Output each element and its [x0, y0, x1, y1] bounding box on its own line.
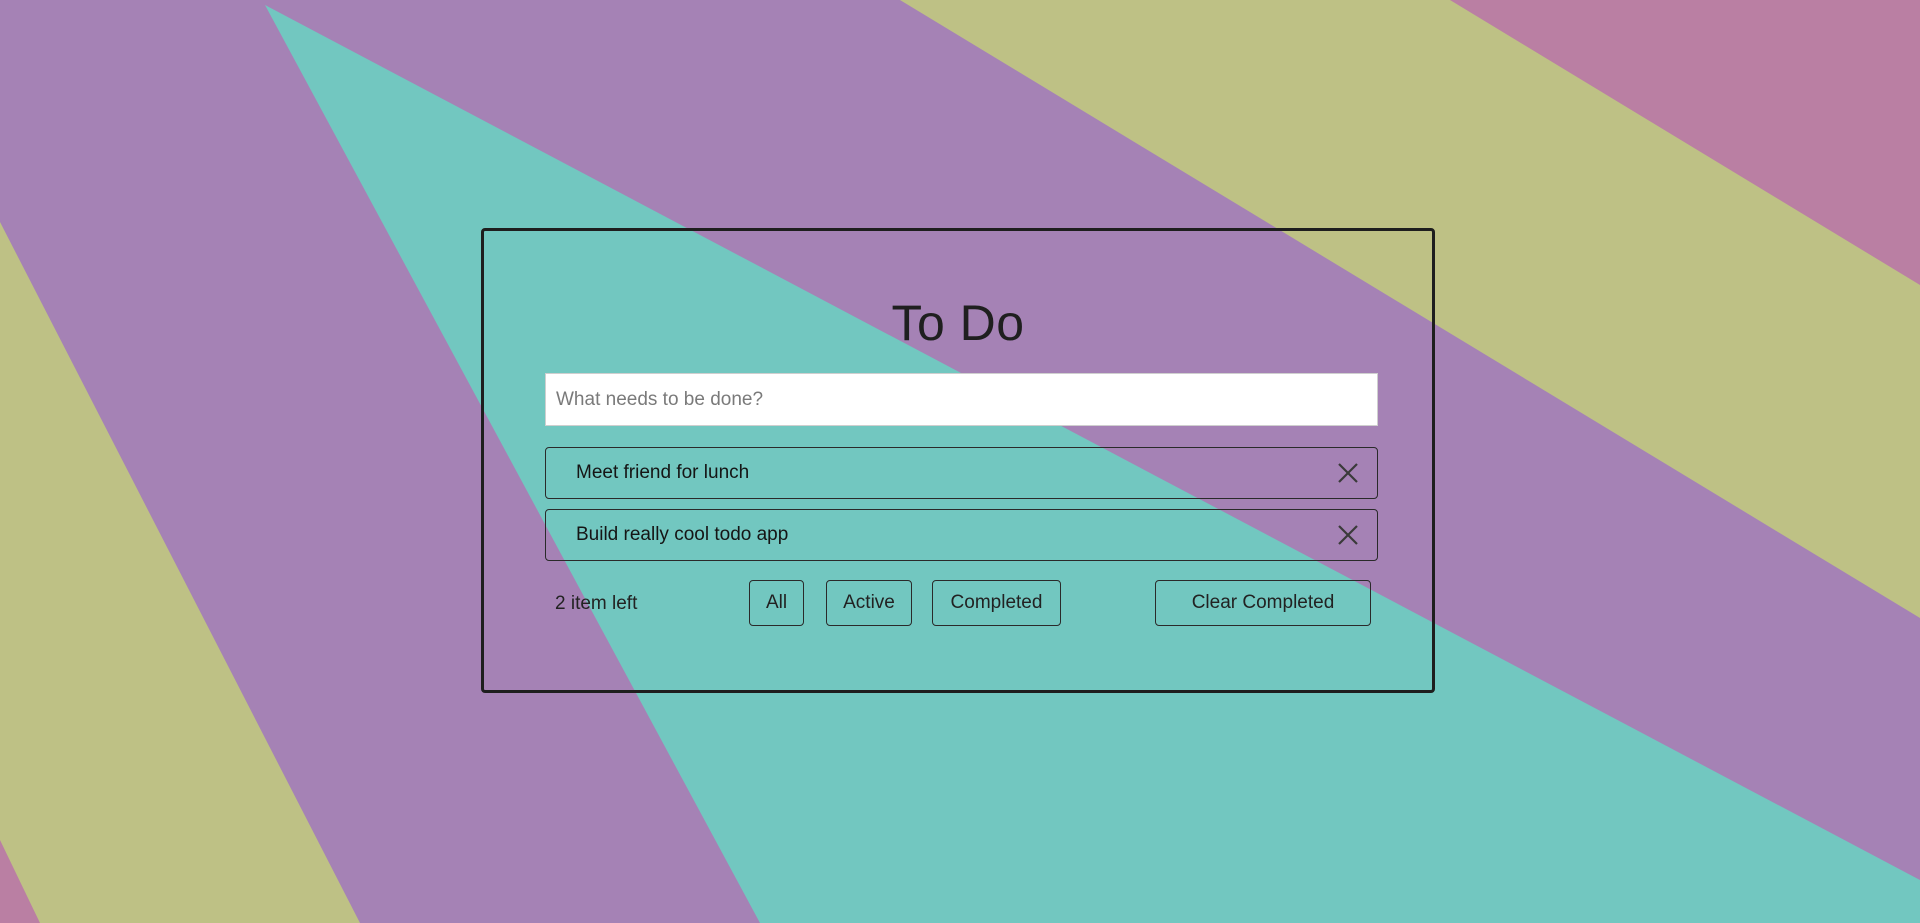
items-left-count: 2 item left: [555, 593, 638, 614]
page-title: To Do: [891, 295, 1025, 351]
filter-active-button[interactable]: Active: [826, 580, 912, 626]
todo-label: Meet friend for lunch: [576, 462, 750, 483]
filter-all-button[interactable]: All: [749, 580, 804, 626]
new-todo-input[interactable]: [545, 373, 1378, 426]
todo-card: To Do Meet friend for lunch Build really…: [481, 228, 1435, 693]
todo-item[interactable]: Meet friend for lunch: [545, 447, 1378, 499]
close-icon[interactable]: [1335, 522, 1361, 548]
close-icon[interactable]: [1335, 460, 1361, 486]
todo-item[interactable]: Build really cool todo app: [545, 509, 1378, 561]
todo-label: Build really cool todo app: [576, 524, 789, 545]
filter-completed-button[interactable]: Completed: [932, 580, 1061, 626]
clear-completed-button[interactable]: Clear Completed: [1155, 580, 1371, 626]
